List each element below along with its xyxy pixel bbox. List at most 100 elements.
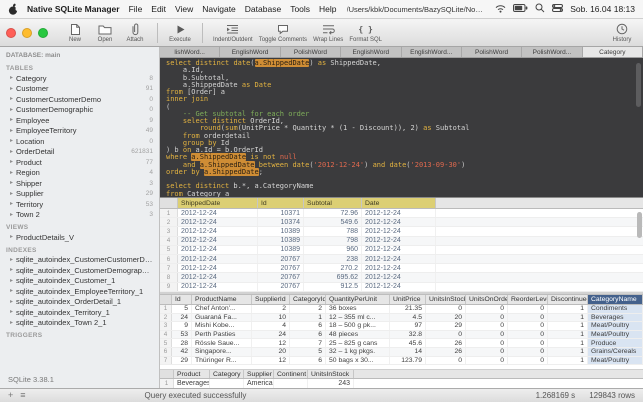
column-header-shippeddate[interactable]: ShippedDate xyxy=(178,198,258,208)
sidebar-item-supplier[interactable]: ▸ Supplier 29 xyxy=(0,189,159,200)
grid-scrollbar[interactable] xyxy=(637,212,642,238)
disclosure-triangle-icon[interactable]: ▸ xyxy=(10,278,13,284)
column-header-supplierid[interactable]: SupplierId xyxy=(252,295,290,304)
disclosure-triangle-icon[interactable]: ▸ xyxy=(10,288,13,294)
sql-editor[interactable]: select distinct date(a.ShippedDate) as S… xyxy=(160,58,643,197)
disclosure-triangle-icon[interactable]: ▸ xyxy=(10,180,13,186)
column-header-subtotal[interactable]: Subtotal xyxy=(304,198,362,208)
disclosure-triangle-icon[interactable]: ▸ xyxy=(10,75,13,81)
column-header-discontinued[interactable]: Discontinued xyxy=(548,295,588,304)
table-row[interactable]: 3 9 Mishi Kobe... 4 6 18 – 500 g pk... 97 29 0 0 1… xyxy=(160,322,643,331)
sidebar-item-sqlite_autoindex_territory_1[interactable]: ▸ sqlite_autoindex_Territory_1 xyxy=(0,307,159,318)
minimize-button[interactable] xyxy=(22,27,32,38)
sidebar-item-shipper[interactable]: ▸ Shipper 3 xyxy=(0,178,159,189)
execute-button[interactable]: Execute xyxy=(165,20,195,46)
open-button[interactable]: Open xyxy=(90,20,120,46)
disclosure-triangle-icon[interactable]: ▸ xyxy=(10,267,13,273)
disclosure-triangle-icon[interactable]: ▸ xyxy=(10,191,13,197)
table-row[interactable]: 4 2012-12-24 10389 798 2012-12-24 xyxy=(160,236,643,246)
table-row[interactable]: 9 2012-12-24 20767 912.5 2012-12-24 xyxy=(160,282,643,292)
sidebar-item-sqlite_autoindex_employeeterritory_1[interactable]: ▸ sqlite_autoindex_EmployeeTerritory_1 xyxy=(0,286,159,297)
column-header-quantityperunit[interactable]: QuantityPerUnit xyxy=(326,295,390,304)
column-header-category[interactable]: Category xyxy=(210,370,244,378)
column-header-categoryid[interactable]: CategoryId xyxy=(290,295,326,304)
disclosure-triangle-icon[interactable]: ▸ xyxy=(10,170,13,176)
disclosure-triangle-icon[interactable]: ▸ xyxy=(10,117,13,123)
sidebar-item-employee[interactable]: ▸ Employee 9 xyxy=(0,115,159,126)
format-sql-button[interactable]: { } Format SQL xyxy=(346,20,385,46)
sidebar-item-customer[interactable]: ▸ Customer 91 xyxy=(0,84,159,95)
menu-view[interactable]: View xyxy=(175,4,193,14)
apple-menu-icon[interactable] xyxy=(8,3,19,16)
table-row[interactable]: 6 2012-12-24 20767 238 2012-12-24 xyxy=(160,254,643,265)
disclosure-triangle-icon[interactable]: ▸ xyxy=(10,96,13,102)
tab-3[interactable]: EnglishWord xyxy=(341,47,402,57)
column-header-unitsinstock[interactable]: UnitsInStock xyxy=(308,370,354,378)
disclosure-triangle-icon[interactable]: ▸ xyxy=(10,107,13,113)
column-header-reorderlevel[interactable]: ReorderLevel xyxy=(508,295,548,304)
table-row[interactable]: 2 2012-12-24 10374 549.6 2012-12-24 xyxy=(160,218,643,228)
column-header-productname[interactable]: ProductName xyxy=(192,295,252,304)
tab-4[interactable]: EnglishWord... xyxy=(401,47,462,57)
history-button[interactable]: History xyxy=(607,20,637,46)
wifi-icon[interactable] xyxy=(495,4,506,15)
sidebar-item-sqlite_autoindex_customer_1[interactable]: ▸ sqlite_autoindex_Customer_1 xyxy=(0,276,159,287)
new-button[interactable]: New xyxy=(60,20,90,46)
menu-database[interactable]: Database xyxy=(245,4,281,14)
menu-edit[interactable]: Edit xyxy=(151,4,166,14)
menu-tools[interactable]: Tools xyxy=(290,4,310,14)
table-row[interactable]: 2 24 Guaraná Fa... 10 1 12 – 355 ml c... 4.5 20… xyxy=(160,313,643,323)
table-row[interactable]: 3 2012-12-24 10389 788 2012-12-24 xyxy=(160,227,643,237)
sidebar-item-sqlite_autoindex_customercustomerdemo_1[interactable]: ▸ sqlite_autoindex_CustomerCustomerDemo_1 xyxy=(0,255,159,266)
zoom-button[interactable] xyxy=(38,27,48,38)
sidebar-item-location[interactable]: ▸ Location 0 xyxy=(0,136,159,147)
disclosure-triangle-icon[interactable]: ▸ xyxy=(10,159,13,165)
column-header-id[interactable]: Id xyxy=(172,295,192,304)
battery-icon[interactable] xyxy=(513,4,528,14)
column-header-unitsonorder[interactable]: UnitsOnOrder xyxy=(466,295,508,304)
tab-0[interactable]: lishWord... xyxy=(160,47,221,57)
disclosure-triangle-icon[interactable]: ▸ xyxy=(10,234,13,240)
menu-file[interactable]: File xyxy=(129,4,143,14)
close-button[interactable] xyxy=(6,27,16,38)
column-header-id[interactable]: Id xyxy=(258,198,304,208)
disclosure-triangle-icon[interactable]: ▸ xyxy=(10,128,13,134)
tab-1[interactable]: EnglishWord xyxy=(220,47,281,57)
wrap-lines-button[interactable]: Wrap Lines xyxy=(310,20,346,46)
table-row[interactable]: 7 29 Thüringer R... 12 6 50 bags x 30... 123.7… xyxy=(160,356,643,365)
disclosure-triangle-icon[interactable]: ▸ xyxy=(10,257,13,263)
column-header-unitprice[interactable]: UnitPrice xyxy=(390,295,426,304)
sidebar-item-customercustomerdemo[interactable]: ▸ CustomerCustomerDemo 0 xyxy=(0,94,159,105)
sidebar-item-region[interactable]: ▸ Region 4 xyxy=(0,168,159,179)
sidebar-item-orderdetail[interactable]: ▸ OrderDetail 621831 xyxy=(0,147,159,158)
menu-help[interactable]: Help xyxy=(319,4,336,14)
disclosure-triangle-icon[interactable]: ▸ xyxy=(10,138,13,144)
sidebar-item-territory[interactable]: ▸ Territory 53 xyxy=(0,199,159,210)
table-row[interactable]: 4 53 Perth Pasties 24 6 48 pieces 32.8 0 0 0 1 Meat… xyxy=(160,330,643,340)
column-header-categoryname[interactable]: CategoryName xyxy=(588,295,643,304)
column-header-date[interactable]: Date xyxy=(362,198,436,208)
sidebar-item-sqlite_autoindex_town-2_1[interactable]: ▸ sqlite_autoindex_Town 2_1 xyxy=(0,318,159,329)
indent-outdent-button[interactable]: Indent/Outdent xyxy=(210,20,256,46)
tab-6[interactable]: PolishWord... xyxy=(522,47,583,57)
sidebar-item-sqlite_autoindex_customerdemographic_1[interactable]: ▸ sqlite_autoindex_CustomerDemographic_1 xyxy=(0,265,159,276)
menu-navigate[interactable]: Navigate xyxy=(202,4,236,14)
sidebar-item-product[interactable]: ▸ Product 77 xyxy=(0,157,159,168)
toggle-comments-button[interactable]: Toggle Comments xyxy=(256,20,310,46)
sidebar-item-productdetails_v[interactable]: ▸ ProductDetails_V xyxy=(0,232,159,243)
app-name[interactable]: Native SQLite Manager xyxy=(27,4,120,14)
sidebar-item-sqlite_autoindex_orderdetail_1[interactable]: ▸ sqlite_autoindex_OrderDetail_1 xyxy=(0,297,159,308)
disclosure-triangle-icon[interactable]: ▸ xyxy=(10,212,13,218)
add-icon[interactable]: + xyxy=(8,391,13,400)
attach-button[interactable]: Attach xyxy=(120,20,150,46)
tab-5[interactable]: PolishWord xyxy=(461,47,523,57)
disclosure-triangle-icon[interactable]: ▸ xyxy=(10,320,13,326)
disclosure-triangle-icon[interactable]: ▸ xyxy=(10,201,13,207)
tab-7[interactable]: Category xyxy=(582,47,643,57)
control-center-icon[interactable] xyxy=(552,4,564,14)
sidebar-item-customerdemographic[interactable]: ▸ CustomerDemographic 0 xyxy=(0,105,159,116)
spotlight-icon[interactable] xyxy=(535,3,545,15)
column-header-unitsinstock[interactable]: UnitsInStock xyxy=(426,295,466,304)
disclosure-triangle-icon[interactable]: ▸ xyxy=(10,149,13,155)
sidebar-item-employeeterritory[interactable]: ▸ EmployeeTerritory 49 xyxy=(0,126,159,137)
